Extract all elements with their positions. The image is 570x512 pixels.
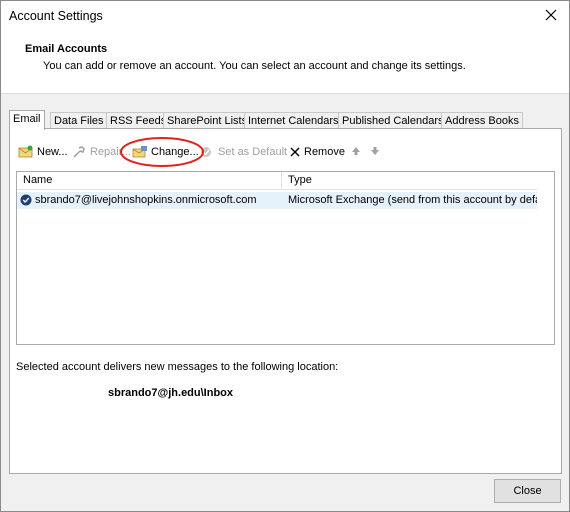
tab-internet-calendars[interactable]: Internet Calendars — [244, 112, 343, 129]
dialog-header: Email Accounts You can add or remove an … — [1, 31, 569, 94]
tab-email[interactable]: Email — [9, 110, 45, 130]
move-up-icon[interactable] — [351, 146, 361, 156]
header-subtitle: You can add or remove an account. You ca… — [43, 60, 466, 72]
list-scrollbar[interactable] — [537, 172, 553, 343]
tab-data-files[interactable]: Data Files — [50, 112, 108, 129]
header-title: Email Accounts — [25, 43, 108, 55]
delivery-location-value: sbrando7@jh.edu\Inbox — [108, 387, 234, 399]
account-name: sbrando7@livejohnshopkins.onmicrosoft.co… — [35, 194, 257, 206]
account-type: Microsoft Exchange (send from this accou… — [288, 194, 538, 206]
tab-sharepoint-lists[interactable]: SharePoint Lists — [163, 112, 252, 129]
account-row[interactable]: sbrando7@livejohnshopkins.onmicrosoft.co… — [17, 192, 538, 209]
tab-rss-feeds[interactable]: RSS Feeds — [106, 112, 171, 129]
new-button-label: New... — [37, 146, 68, 158]
close-button-label: Close — [513, 485, 542, 497]
remove-button[interactable]: Remove — [289, 143, 345, 161]
remove-button-label: Remove — [304, 146, 345, 158]
annotation-circle — [120, 137, 204, 167]
account-settings-dialog: Account Settings Email Accounts You can … — [0, 0, 570, 512]
title-bar: Account Settings — [1, 1, 569, 31]
delivery-location-label: Selected account delivers new messages t… — [16, 361, 339, 373]
email-tab-panel: New... Repair... Change... Set as Defaul… — [9, 128, 562, 474]
move-down-icon[interactable] — [370, 146, 380, 156]
close-button[interactable]: Close — [494, 479, 561, 503]
new-button[interactable]: New... — [18, 143, 68, 161]
column-header-type[interactable]: Type — [282, 172, 543, 190]
default-account-check-icon — [20, 194, 32, 206]
remove-icon — [290, 147, 300, 157]
accounts-list: Name Type sbrando7@livejohnshopkins.onmi… — [16, 171, 555, 345]
set-as-default-label: Set as Default — [218, 146, 288, 158]
close-icon[interactable] — [540, 4, 562, 26]
window-title: Account Settings — [9, 9, 103, 23]
set-as-default-button[interactable]: Set as Default — [199, 143, 287, 161]
repair-icon — [73, 146, 85, 158]
tab-address-books[interactable]: Address Books — [441, 112, 523, 129]
column-header-name[interactable]: Name — [17, 172, 282, 190]
new-account-icon — [18, 145, 33, 158]
tab-published-calendars[interactable]: Published Calendars — [338, 112, 448, 129]
